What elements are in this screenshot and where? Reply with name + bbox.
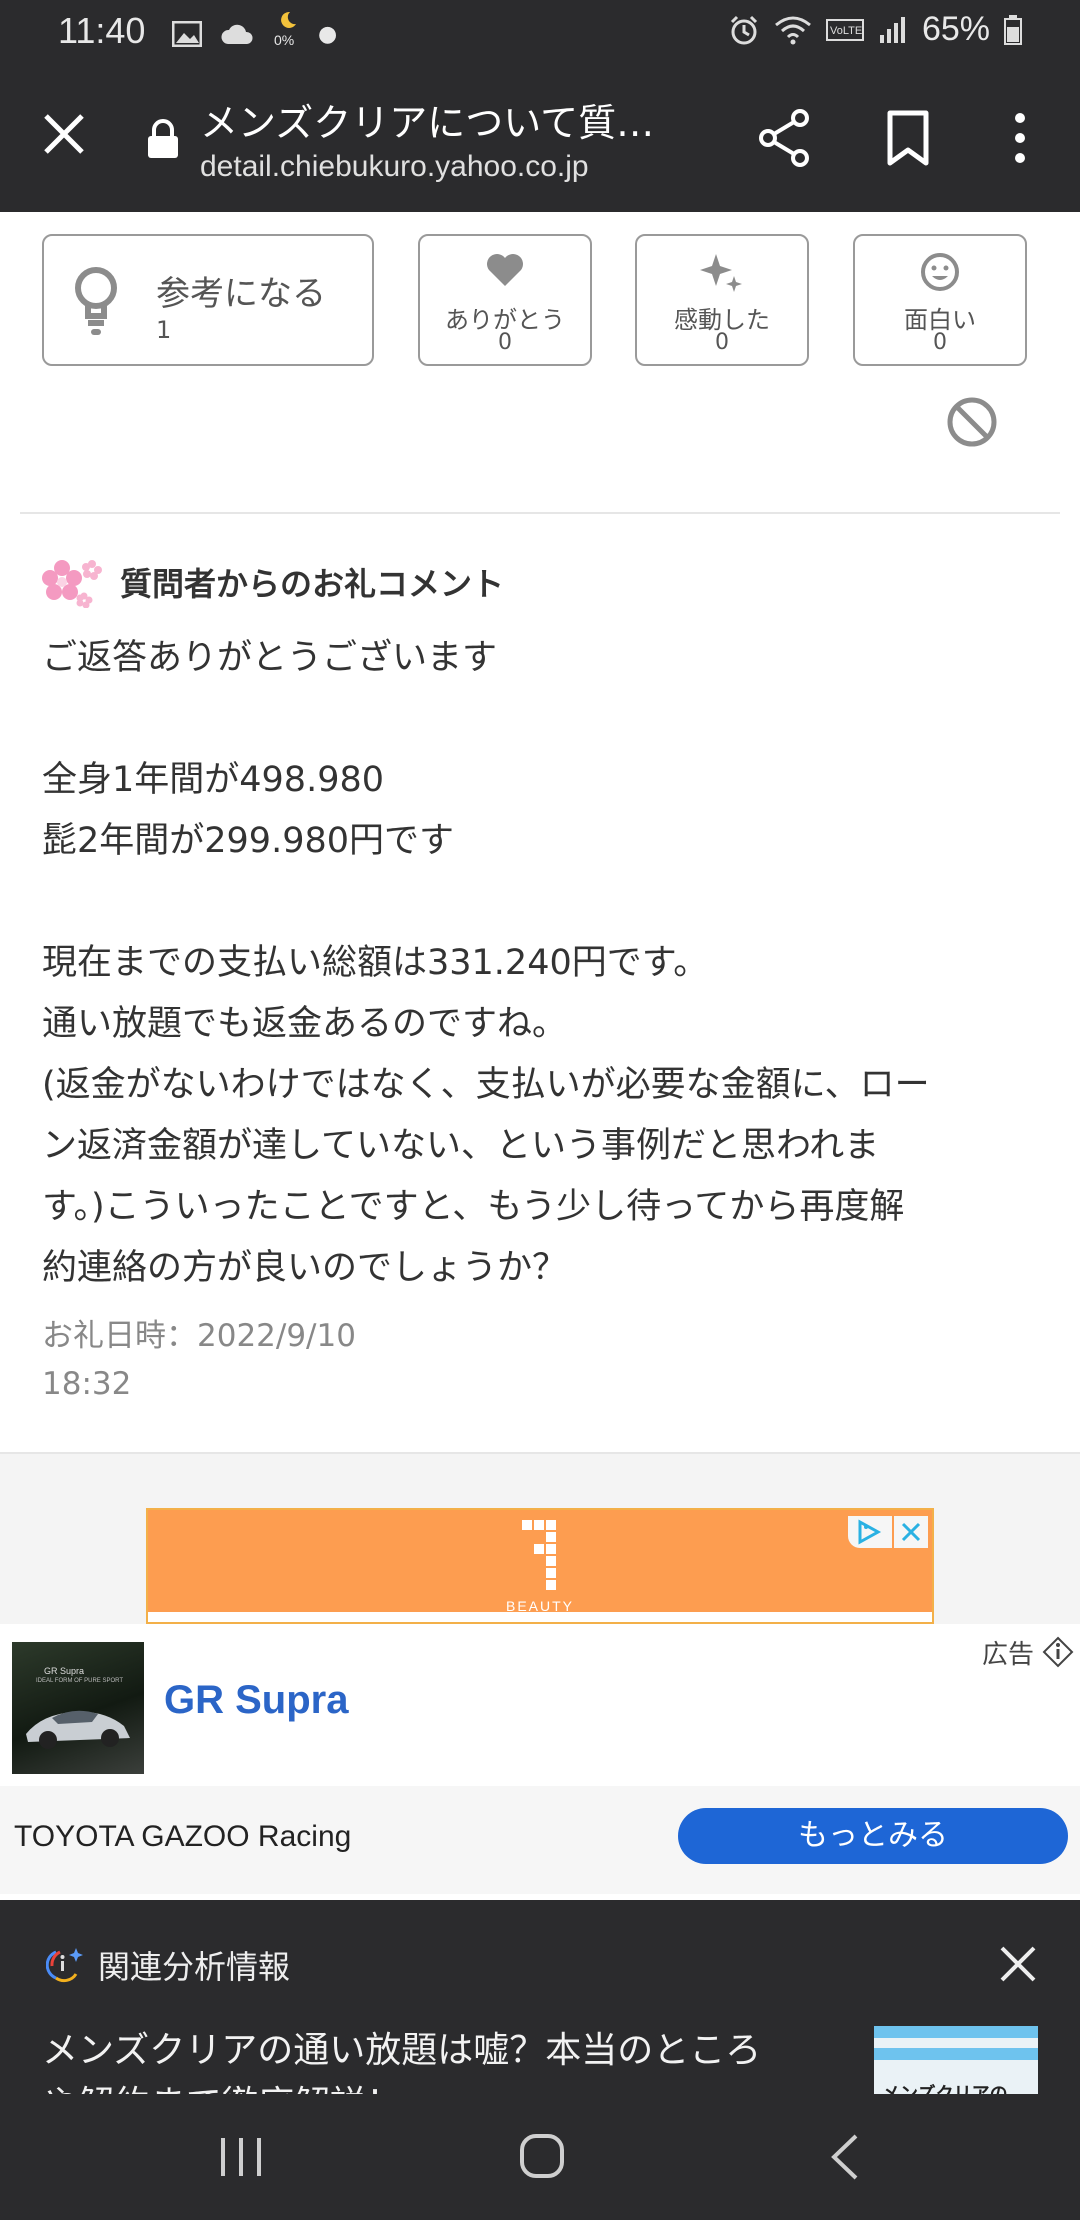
- comment-heading: 質問者からのお礼コメント: [120, 565, 505, 603]
- share-icon[interactable]: [756, 108, 812, 168]
- smile-icon: [921, 253, 959, 291]
- reaction-buttons: 参考になる 1 ありがとう 0 感動した 0 面白い 0: [0, 234, 1080, 368]
- signal-icon: [879, 16, 905, 43]
- close-panel-icon[interactable]: [996, 1942, 1040, 1986]
- comment-line: 全身1年間が498.980: [42, 760, 385, 800]
- status-bar: 11:40 0% ● VoLTE 65%: [0, 0, 1080, 66]
- thumb-stripe: [874, 2048, 1038, 2060]
- ad-info-icon[interactable]: [1042, 1636, 1074, 1668]
- comment-header: 質問者からのお礼コメント: [42, 554, 504, 610]
- ad-close-button[interactable]: [894, 1516, 928, 1548]
- comment-gap: [42, 689, 1032, 750]
- comment-line: ン返済金額が達していない、という事例だと思われま: [42, 1126, 880, 1166]
- divider: [20, 512, 1060, 514]
- related-article-thumbnail[interactable]: メンズクリアの: [874, 2026, 1038, 2094]
- system-nav-bar: [0, 2094, 1080, 2220]
- page-title[interactable]: メンズクリアについて質…: [200, 92, 700, 147]
- moved-button[interactable]: 感動した 0: [635, 234, 809, 366]
- block-icon[interactable]: [946, 396, 998, 448]
- close-icon: [901, 1522, 921, 1542]
- ad-bottom-strip: [148, 1612, 932, 1622]
- beauty-logo-icon: [522, 1520, 556, 1590]
- comment-line: ご返答ありがとうございます: [42, 638, 498, 678]
- page-url[interactable]: detail.chiebukuro.yahoo.co.jp: [200, 150, 589, 184]
- comment-date: お礼日時：2022/9/10 18:32: [42, 1312, 356, 1408]
- sakura-icon: [42, 560, 102, 608]
- lightbulb-icon: [75, 267, 117, 335]
- ad-label: 広告: [981, 1640, 1034, 1670]
- adchoices-button[interactable]: [848, 1516, 892, 1548]
- battery-icon: [1004, 14, 1022, 45]
- comment-line: 約連絡の方が良いのでしょうか？: [42, 1248, 568, 1288]
- comment-line: 髭2年間が299.980円です: [42, 821, 455, 861]
- thanks-button[interactable]: ありがとう 0: [418, 234, 592, 366]
- see-more-button[interactable]: もっとみる: [678, 1808, 1068, 1864]
- helpful-label: 参考になる: [156, 274, 326, 314]
- advertiser-row: TOYOTA GAZOO Racing もっとみる: [0, 1786, 1080, 1894]
- car-image-icon: [26, 1710, 130, 1749]
- lock-icon[interactable]: [146, 118, 180, 160]
- battery-percent: 65%: [921, 10, 990, 48]
- recents-icon[interactable]: [218, 2134, 264, 2180]
- notification-dot-icon: ●: [318, 21, 338, 47]
- status-time: 11:40: [58, 10, 146, 51]
- info-sparkle-icon: [46, 1948, 83, 1983]
- heart-icon: [487, 254, 523, 286]
- wifi-icon: [774, 16, 811, 44]
- nightlight-badge: 0%: [274, 32, 295, 48]
- thanks-count: 0: [498, 330, 512, 355]
- helpful-button[interactable]: 参考になる 1: [42, 234, 374, 366]
- moon-icon: [281, 11, 296, 28]
- related-panel: 関連分析情報 メンズクリアの通い放題は嘘？本当のところや解約まで徹底解説！ メン…: [0, 1900, 1080, 2094]
- comment-line: 現在までの支払い総額は331.240円です。: [42, 943, 709, 983]
- advertiser-name[interactable]: TOYOTA GAZOO Racing: [14, 1820, 351, 1854]
- funny-button[interactable]: 面白い 0: [853, 234, 1027, 366]
- comment-body: ご返答ありがとうございます 全身1年間が498.980 髭2年間が299.980…: [42, 628, 1032, 1299]
- comment-gap: [42, 872, 1032, 933]
- ad-thumbnail[interactable]: GR Supra IDEAL FORM OF PURE SPORT: [12, 1642, 144, 1774]
- comment-date-label: お礼日時：2022/9/10: [42, 1318, 356, 1354]
- gallery-icon: [172, 21, 202, 47]
- sparkle-icon: [700, 254, 742, 292]
- nightlight-indicator: 0%: [274, 11, 300, 54]
- ad-banner[interactable]: BEAUTY: [146, 1508, 934, 1624]
- comment-line: 通い放題でも返金あるのですね。: [42, 1004, 568, 1044]
- svg-text:VoLTE: VoLTE: [830, 25, 862, 37]
- back-icon[interactable]: [826, 2132, 866, 2182]
- close-tab-icon[interactable]: [36, 106, 92, 162]
- funny-count: 0: [933, 330, 947, 355]
- bookmark-icon[interactable]: [886, 110, 930, 166]
- related-thumb-text: メンズクリアの: [882, 2080, 1008, 2094]
- thumb-stripe: [874, 2026, 1038, 2038]
- cloud-icon: [221, 24, 253, 44]
- supra-ad[interactable]: GR Supra IDEAL FORM OF PURE SPORT GR Sup…: [0, 1626, 1080, 1786]
- related-article-title[interactable]: メンズクリアの通い放題は嘘？本当のところや解約まで徹底解説！: [42, 2024, 792, 2094]
- more-menu-icon[interactable]: [1000, 110, 1040, 166]
- home-icon[interactable]: [518, 2132, 566, 2180]
- browser-toolbar: メンズクリアについて質… detail.chiebukuro.yahoo.co.…: [0, 66, 1080, 212]
- moved-count: 0: [715, 330, 729, 355]
- ad-headline[interactable]: GR Supra: [164, 1678, 348, 1723]
- comment-line: (返金がないわけではなく、支払いが必要な金額に、ロー: [42, 1065, 930, 1105]
- adchoices-icon: [858, 1519, 882, 1545]
- comment-line: す。)こういったことですと、もう少し待ってから再度解: [42, 1187, 905, 1227]
- comment-time: 18:32: [42, 1366, 132, 1402]
- helpful-count: 1: [156, 316, 172, 344]
- volte-icon: VoLTE: [825, 18, 864, 41]
- alarm-icon: [730, 15, 757, 44]
- related-heading: 関連分析情報: [98, 1948, 291, 1986]
